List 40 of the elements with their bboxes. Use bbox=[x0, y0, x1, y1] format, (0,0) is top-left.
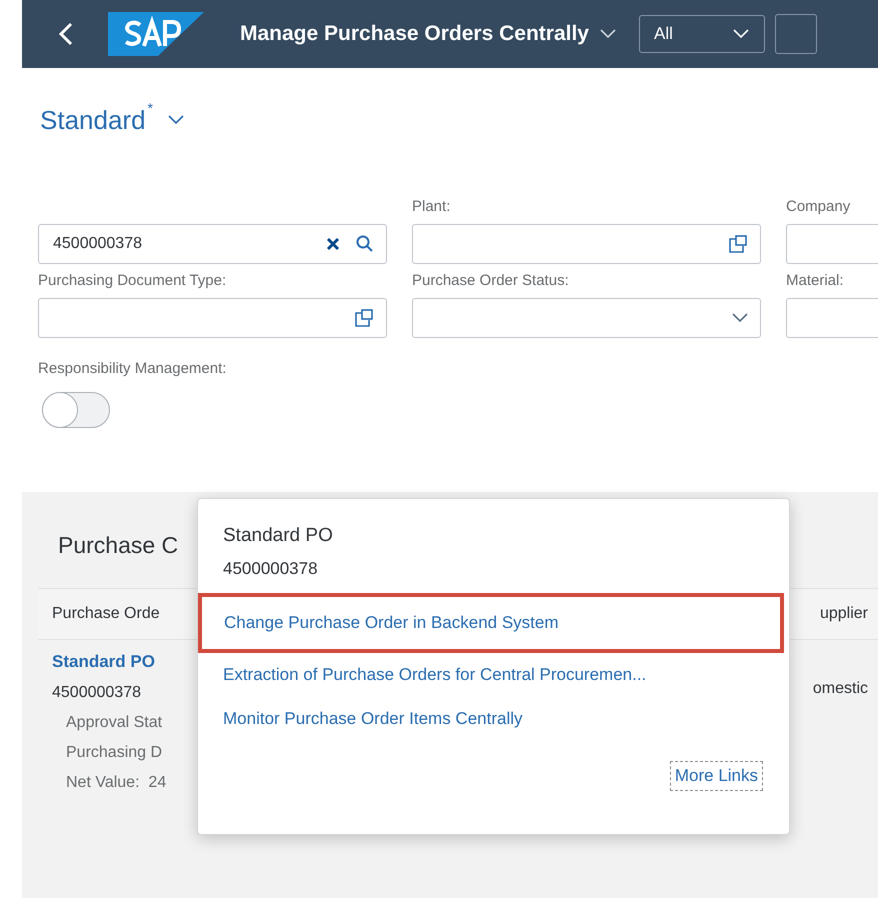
filter-label: Responsibility Management: bbox=[38, 360, 226, 377]
filter-field[interactable] bbox=[786, 298, 878, 338]
filter-label: Material: bbox=[786, 272, 845, 290]
popover-link[interactable]: Monitor Purchase Order Items Centrally bbox=[198, 697, 789, 741]
filter-label: Company bbox=[786, 198, 852, 216]
detail-text: Purchasing D bbox=[65, 744, 164, 762]
variant-name[interactable]: Standard bbox=[40, 104, 146, 136]
po-number: 4500000378 bbox=[52, 684, 142, 702]
filter-field[interactable]: 4500000378 bbox=[38, 224, 387, 264]
clear-icon[interactable] bbox=[326, 237, 340, 251]
popover-link[interactable]: Change Purchase Order in Backend System bbox=[198, 593, 784, 653]
value-help-icon[interactable] bbox=[354, 308, 374, 328]
detail-text: Net Value: 24 bbox=[65, 774, 166, 792]
filter-label: Plant: bbox=[412, 198, 452, 216]
detail-text: Approval Stat bbox=[65, 714, 164, 732]
filter-field[interactable] bbox=[38, 298, 387, 338]
search-icon[interactable] bbox=[356, 235, 374, 253]
filter-field[interactable] bbox=[786, 224, 878, 264]
toggle-switch[interactable] bbox=[42, 392, 110, 428]
scope-select[interactable]: All bbox=[638, 15, 765, 53]
chevron-down-icon[interactable] bbox=[166, 114, 185, 126]
back-icon[interactable] bbox=[58, 22, 74, 46]
filter-label: Purchasing Document Type: bbox=[38, 272, 228, 290]
chevron-down-icon bbox=[732, 28, 750, 40]
column-header: upplier bbox=[820, 605, 868, 623]
column-header: Purchase Orde bbox=[52, 605, 160, 623]
more-links-button[interactable]: More Links bbox=[670, 761, 763, 791]
supplier-text: omestic bbox=[812, 680, 868, 699]
logo-icon bbox=[108, 12, 204, 56]
popover-subtitle: 4500000378 bbox=[222, 558, 319, 579]
app-title[interactable]: Manage Purchase Orders Centrally bbox=[240, 22, 589, 46]
value-help-icon[interactable] bbox=[728, 234, 748, 254]
filter-label: Purchase Order Status: bbox=[412, 272, 570, 290]
filter-field[interactable] bbox=[412, 298, 761, 338]
popover-title: Standard PO bbox=[222, 525, 334, 547]
table-title: Purchase C bbox=[57, 532, 178, 560]
popover-link[interactable]: Extraction of Purchase Orders for Central Procuremen... bbox=[198, 653, 789, 697]
filter-field[interactable] bbox=[412, 224, 761, 264]
po-link[interactable]: Standard PO bbox=[52, 652, 166, 672]
modified-mark: * bbox=[148, 100, 153, 116]
